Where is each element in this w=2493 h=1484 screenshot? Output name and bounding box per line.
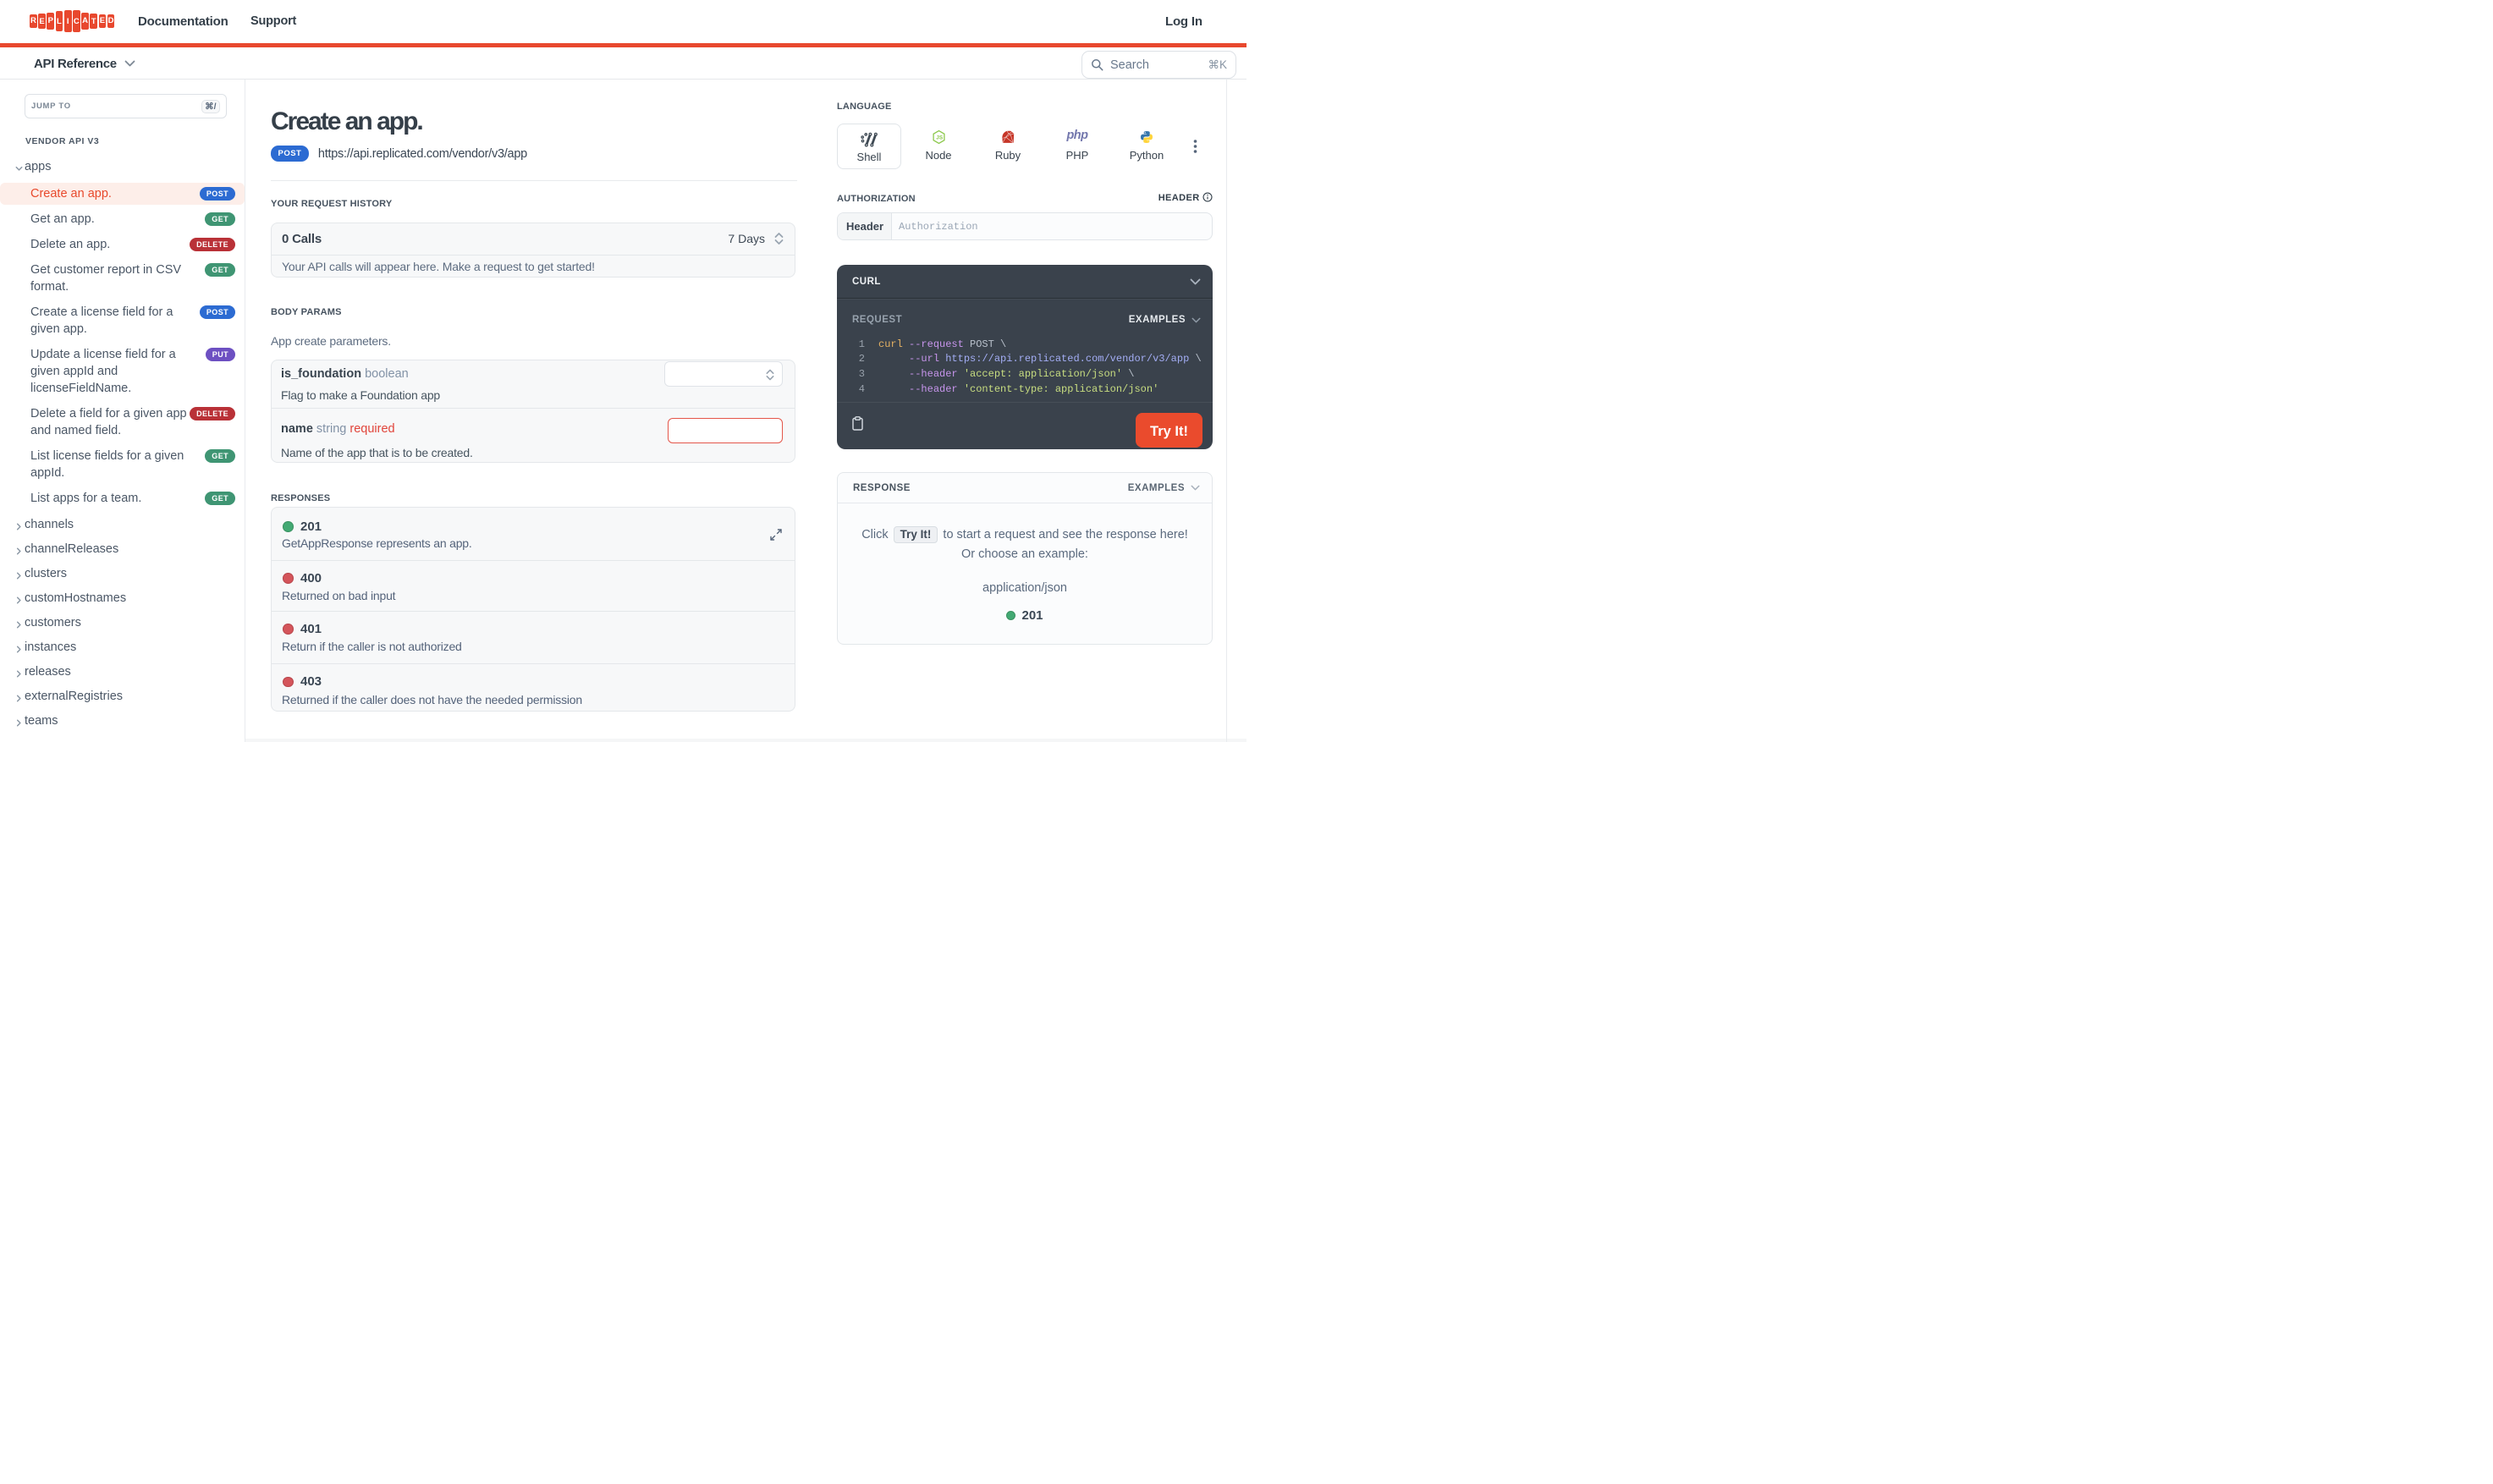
svg-text:JS: JS xyxy=(936,135,944,141)
